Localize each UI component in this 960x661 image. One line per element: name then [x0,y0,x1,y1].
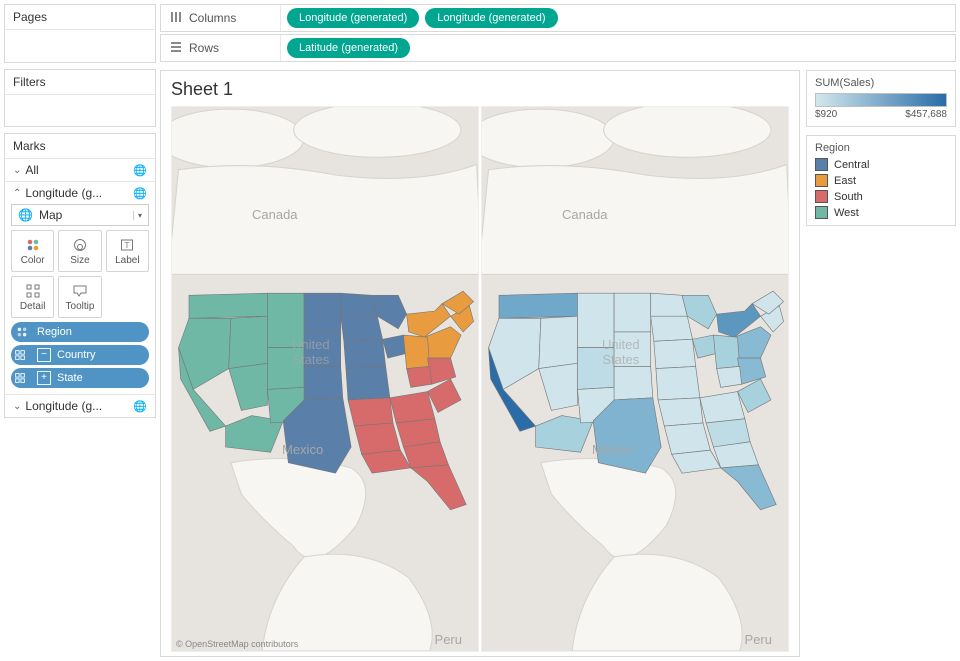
field-pill-country[interactable]: − Country [11,345,149,365]
columns-pill-0[interactable]: Longitude (generated) [287,8,419,28]
filters-label: Filters [5,70,155,95]
svg-text:T: T [125,241,130,250]
rows-shelf[interactable]: Rows Latitude (generated) [160,34,956,62]
size-button[interactable]: Size [58,230,101,272]
legend-item-label: West [834,207,859,219]
legend-item-label: South [834,191,863,203]
legend-item-south[interactable]: South [815,190,947,203]
color-icon [13,323,31,341]
field-pill-state-label: State [57,372,83,384]
legend-item-east[interactable]: East [815,174,947,187]
field-pill-country-label: Country [57,349,96,361]
pages-label: Pages [5,5,155,30]
label-label: Label [115,255,139,266]
legend-item-west[interactable]: West [815,206,947,219]
field-pill-region-label: Region [37,326,72,338]
expand-icon[interactable]: + [37,371,51,385]
filters-shelf[interactable]: Filters [4,69,156,127]
map-sales[interactable]: Canada United States Mexico Peru [481,106,789,652]
size-label: Size [70,255,89,266]
size-icon [72,237,88,253]
map-attribution: © OpenStreetMap contributors [176,639,298,649]
globe-icon: 🌐 [133,400,147,413]
rows-shelf-label: Rows [161,35,281,61]
color-icon [25,237,41,253]
swatch-icon [815,174,828,187]
mark-type-select[interactable]: 🌐 Map ▾ [11,204,149,226]
swatch-icon [815,206,828,219]
legend-sum-sales-title: SUM(Sales) [815,77,947,89]
tooltip-label: Tooltip [66,301,95,312]
map-regions[interactable]: Canada United States Mexico Peru © OpenS… [171,106,479,652]
chevron-down-icon: ⌄ [13,165,21,176]
globe-icon: 🌐 [133,164,147,177]
marks-longitude-label-2: Longitude (g... [25,399,133,413]
legend-item-label: East [834,175,856,187]
label-icon: T [119,237,135,253]
rows-pill-0[interactable]: Latitude (generated) [287,38,410,58]
detail-icon [25,283,41,299]
globe-icon: 🌐 [133,187,147,200]
swatch-icon [815,190,828,203]
collapse-icon[interactable]: − [37,348,51,362]
marks-card: Marks ⌄ All 🌐 ⌃ Longitude (g... 🌐 🌐 Map … [4,133,156,418]
dropdown-arrow-icon: ▾ [133,211,142,220]
sheet-title[interactable]: Sheet 1 [171,79,789,100]
viz-area: Sheet 1 [160,70,800,657]
color-gradient [815,93,947,107]
rows-icon [169,40,183,57]
chevron-down-icon: ⌄ [13,401,21,412]
field-pill-state[interactable]: + State [11,368,149,388]
columns-shelf[interactable]: Columns Longitude (generated) Longitude … [160,4,956,32]
tooltip-button[interactable]: Tooltip [58,276,101,318]
detail-button[interactable]: Detail [11,276,54,318]
globe-icon: 🌐 [18,208,33,222]
detail-label: Detail [20,301,46,312]
marks-all-row[interactable]: ⌄ All 🌐 [5,158,155,181]
marks-longitude-label-1: Longitude (g... [25,186,133,200]
field-pill-region[interactable]: Region [11,322,149,342]
legend-region[interactable]: Region Central East South West [806,135,956,226]
detail-icon [11,346,29,364]
color-label: Color [21,255,45,266]
legend-item-central[interactable]: Central [815,158,947,171]
columns-shelf-label: Columns [161,5,281,31]
color-button[interactable]: Color [11,230,54,272]
label-button[interactable]: T Label [106,230,149,272]
marks-longitude-row-2[interactable]: ⌄ Longitude (g... 🌐 [5,394,155,417]
columns-pill-1[interactable]: Longitude (generated) [425,8,557,28]
legend-sum-sales[interactable]: SUM(Sales) $920 $457,688 [806,70,956,127]
marks-label: Marks [5,134,155,158]
marks-longitude-row-1[interactable]: ⌃ Longitude (g... 🌐 [5,181,155,204]
swatch-icon [815,158,828,171]
chevron-up-icon: ⌃ [13,188,21,199]
legend-item-label: Central [834,159,869,171]
legend-region-title: Region [815,142,947,154]
legend-min-value: $920 [815,109,837,120]
columns-icon [169,10,183,27]
marks-all-label: All [25,163,133,177]
mark-type-value: Map [39,208,127,222]
tooltip-icon [72,283,88,299]
pages-shelf[interactable]: Pages [4,4,156,63]
rows-label-text: Rows [189,41,219,55]
legend-max-value: $457,688 [905,109,947,120]
columns-label-text: Columns [189,11,236,25]
detail-icon [11,369,29,387]
